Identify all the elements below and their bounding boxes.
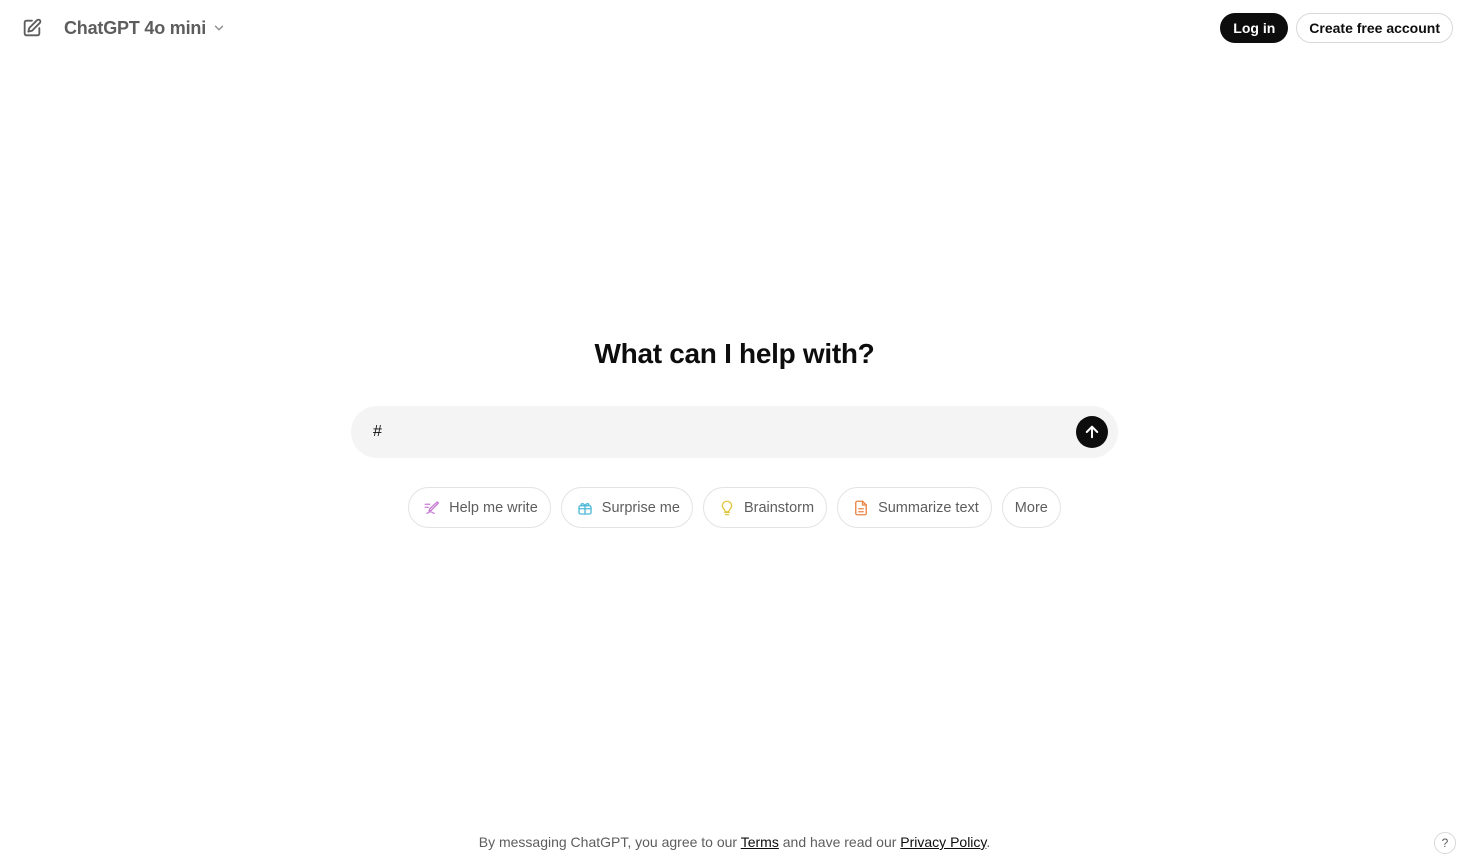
chevron-down-icon [214, 25, 224, 31]
help-button[interactable]: ? [1434, 832, 1456, 854]
chip-summarize-text[interactable]: Summarize text [837, 487, 992, 528]
model-name: ChatGPT 4o mini [64, 17, 207, 38]
chip-label: Help me write [449, 499, 538, 516]
send-button[interactable] [1076, 416, 1108, 448]
top-header: ChatGPT 4o mini Log in Create free accou… [0, 0, 1469, 56]
footer-suffix: . [986, 834, 991, 850]
signup-button[interactable]: Create free account [1296, 13, 1453, 43]
chip-more[interactable]: More [1001, 487, 1061, 528]
document-icon [855, 500, 867, 515]
chip-label: Brainstorm [743, 499, 815, 516]
login-button[interactable]: Log in [1220, 13, 1289, 43]
gift-icon [578, 502, 592, 515]
chip-surprise-me[interactable]: Surprise me [560, 487, 693, 528]
header-right: Log in Create free account [1220, 13, 1453, 43]
composer [351, 406, 1118, 458]
footer-prefix: By messaging ChatGPT, you agree to our [478, 834, 741, 850]
edit-icon [23, 18, 42, 37]
new-chat-button[interactable] [20, 16, 44, 40]
chip-brainstorm[interactable]: Brainstorm [702, 487, 828, 528]
footer-middle: and have read our [778, 834, 901, 850]
arrow-up-icon [1085, 425, 1099, 439]
chip-help-me-write[interactable]: Help me write [408, 487, 551, 528]
chat-app: ChatGPT 4o mini Log in Create free accou… [0, 0, 1469, 867]
terms-link[interactable]: Terms [741, 834, 779, 850]
header-left: ChatGPT 4o mini [20, 12, 230, 45]
footer-disclaimer: By messaging ChatGPT, you agree to our T… [0, 834, 1469, 850]
lightbulb-icon [721, 500, 733, 515]
pen-icon [424, 500, 440, 514]
page-title: What can I help with? [594, 338, 875, 369]
privacy-policy-link[interactable]: Privacy Policy [900, 834, 986, 850]
message-input[interactable] [373, 423, 1076, 441]
suggestion-chips: Help me write Surprise me Brainstorm Sum… [0, 487, 1469, 528]
model-selector[interactable]: ChatGPT 4o mini [54, 12, 230, 45]
chip-label: Summarize text [878, 499, 979, 516]
chip-label: Surprise me [601, 499, 680, 516]
chip-label: More [1014, 499, 1048, 516]
